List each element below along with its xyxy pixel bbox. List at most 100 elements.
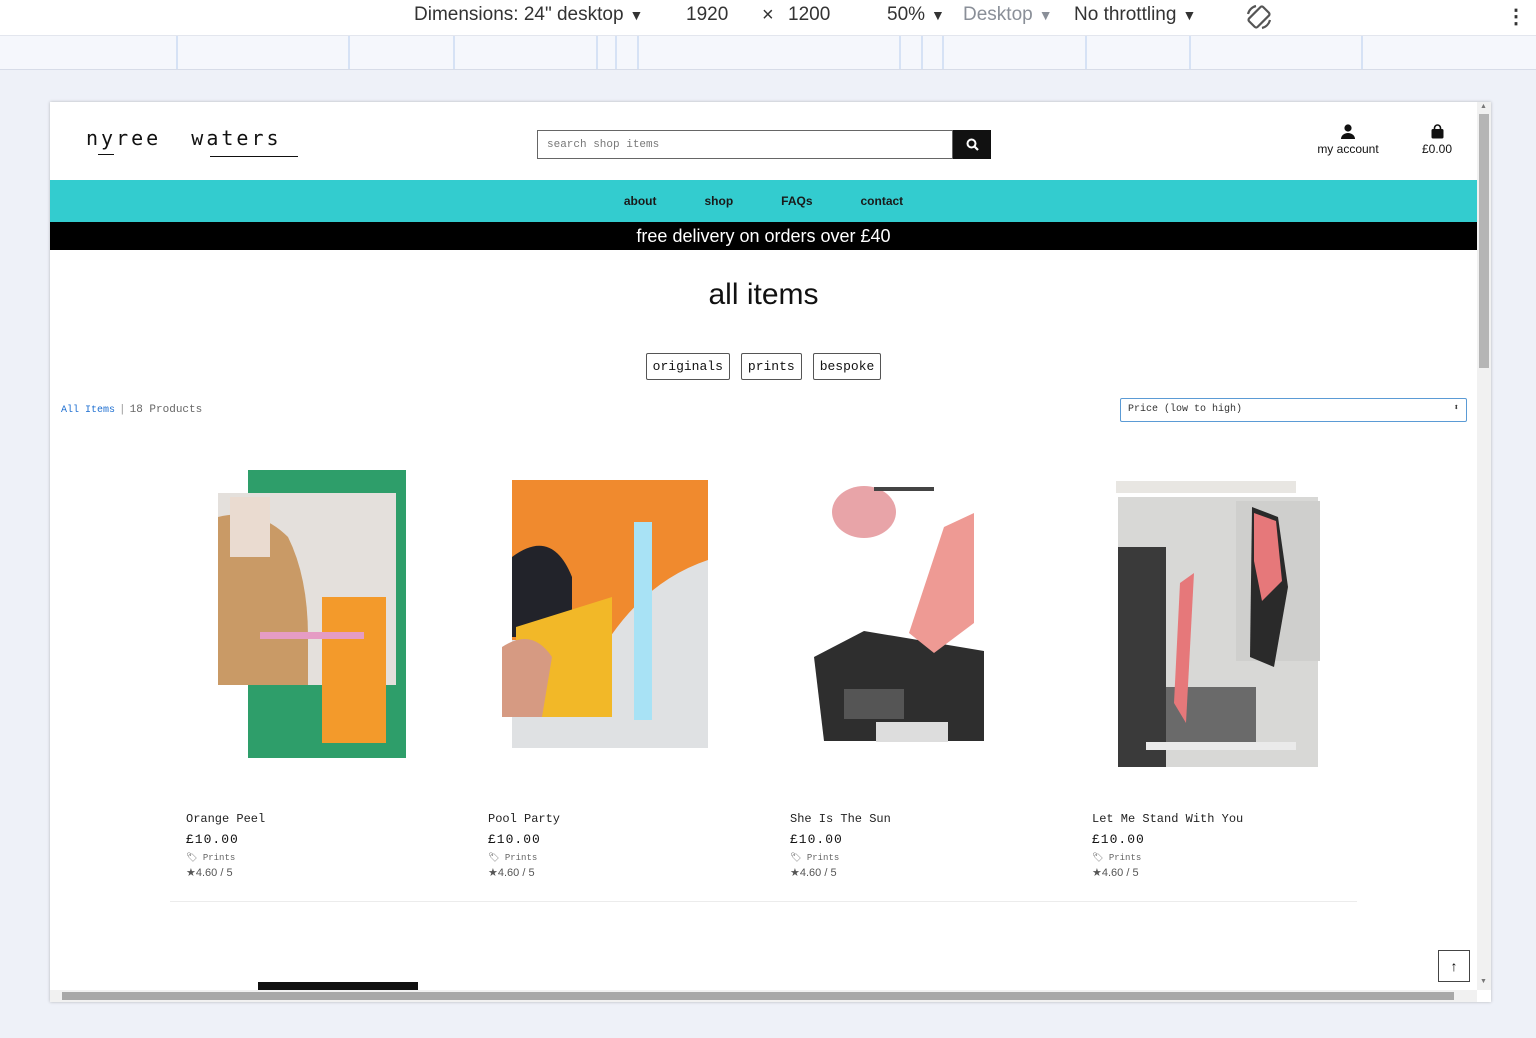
product-rating: ★4.60 / 5	[488, 866, 752, 879]
all-items-link[interactable]: All Items	[61, 405, 115, 416]
cart-total: £0.00	[1421, 142, 1453, 156]
shop-page: nyree waters my account £0.00 about shop…	[50, 102, 1477, 990]
breadcrumb-separator: |	[119, 404, 126, 416]
search-bar	[537, 130, 991, 159]
my-account-label: my account	[1317, 142, 1379, 156]
select-arrows-icon: ⬍	[1453, 403, 1459, 413]
product-card[interactable]: Let Me Stand With You £10.00 🏷 Prints ★4…	[1076, 457, 1356, 879]
product-card[interactable]: She Is The Sun £10.00 🏷 Prints ★4.60 / 5	[774, 457, 1054, 879]
nav-item-contact[interactable]: contact	[861, 194, 904, 208]
product-count: 18 Products	[129, 404, 203, 416]
horizontal-scrollbar[interactable]	[50, 990, 1477, 1002]
category-originals-button[interactable]: originals	[645, 353, 730, 380]
nav-item-faqs[interactable]: FAQs	[781, 194, 812, 208]
width-input[interactable]: 1920	[686, 4, 728, 26]
times-symbol: ×	[762, 4, 774, 26]
product-rating: ★4.60 / 5	[1092, 866, 1356, 879]
shopping-bag-icon	[1431, 124, 1443, 139]
dimensions-dropdown[interactable]: Dimensions: 24" desktop ▼	[414, 4, 643, 26]
nav-item-about[interactable]: about	[624, 194, 657, 208]
product-image[interactable]	[1076, 457, 1356, 783]
my-account-link[interactable]: my account	[1312, 124, 1384, 156]
product-image[interactable]	[774, 457, 1054, 783]
tag-icon: 🏷	[488, 853, 500, 863]
site-logo[interactable]: nyree waters	[86, 126, 298, 157]
product-name[interactable]: Pool Party	[488, 812, 752, 826]
category-filters: originals prints bespoke	[50, 353, 1477, 380]
throttling-label: No throttling	[1074, 4, 1177, 25]
caret-down-icon: ▼	[931, 7, 945, 23]
back-to-top-button[interactable]: ↑	[1438, 950, 1470, 982]
dimensions-label: Dimensions: 24" desktop	[414, 4, 624, 25]
product-name[interactable]: Let Me Stand With You	[1092, 812, 1356, 826]
logo-text: nyree waters	[86, 126, 282, 150]
zoom-label: 50%	[887, 4, 926, 25]
device-type-dropdown[interactable]: Desktop ▼	[963, 4, 1053, 26]
caret-down-icon: ▼	[629, 7, 644, 23]
product-rating: ★4.60 / 5	[186, 866, 450, 879]
more-options-icon[interactable]: ⋮	[1506, 4, 1526, 29]
nav-item-shop[interactable]: shop	[704, 194, 733, 208]
tag-icon: 🏷	[790, 853, 802, 863]
scroll-down-icon[interactable]: ▼	[1480, 978, 1487, 985]
page-title: all items	[708, 278, 819, 311]
product-name[interactable]: Orange Peel	[186, 812, 450, 826]
product-tag: Prints	[1108, 853, 1142, 863]
star-icon: ★	[488, 867, 498, 879]
star-icon: ★	[790, 867, 800, 879]
scrollbar-thumb[interactable]	[62, 992, 1454, 1000]
product-category: 🏷 Prints	[1092, 853, 1356, 863]
main-nav: about shop FAQs contact	[50, 180, 1477, 222]
rating-value: 4.60 / 5	[1101, 867, 1139, 879]
vertical-scrollbar[interactable]: ▲ ▼	[1477, 102, 1491, 990]
rotate-icon[interactable]	[1244, 2, 1274, 32]
user-icon	[1341, 124, 1355, 139]
product-tag: Prints	[806, 853, 840, 863]
height-input[interactable]: 1200	[788, 4, 830, 26]
product-tag: Prints	[504, 853, 538, 863]
section-divider	[170, 901, 1357, 902]
star-icon: ★	[186, 867, 196, 879]
logo-underline	[210, 156, 298, 157]
product-image[interactable]	[472, 457, 752, 783]
product-price: £10.00	[186, 832, 239, 847]
zoom-dropdown[interactable]: 50% ▼	[887, 4, 945, 26]
category-prints-button[interactable]: prints	[740, 353, 802, 380]
product-card[interactable]: Orange Peel £10.00 🏷 Prints ★4.60 / 5	[170, 457, 450, 879]
media-query-ruler[interactable]	[0, 36, 1536, 70]
delivery-banner: free delivery on orders over £40	[50, 222, 1477, 250]
sort-select[interactable]: Price (low to high) ⬍	[1120, 398, 1467, 422]
product-category: 🏷 Prints	[186, 853, 450, 863]
tag-icon: 🏷	[1092, 853, 1104, 863]
product-card[interactable]: Pool Party £10.00 🏷 Prints ★4.60 / 5	[472, 457, 752, 879]
caret-down-icon: ▼	[1038, 7, 1053, 23]
sort-selected-value: Price (low to high)	[1128, 404, 1243, 415]
tag-icon: 🏷	[186, 853, 198, 863]
device-label: Desktop	[963, 4, 1033, 25]
breadcrumb: All Items | 18 Products	[61, 404, 202, 416]
search-button[interactable]	[953, 130, 991, 159]
product-category: 🏷 Prints	[790, 853, 1054, 863]
category-bespoke-button[interactable]: bespoke	[812, 353, 882, 380]
product-price: £10.00	[1092, 832, 1145, 847]
search-input[interactable]	[537, 130, 953, 159]
throttling-dropdown[interactable]: No throttling ▼	[1074, 4, 1196, 26]
rating-value: 4.60 / 5	[799, 867, 837, 879]
next-section-heading	[258, 982, 418, 990]
star-icon: ★	[1092, 867, 1102, 879]
product-image[interactable]	[170, 457, 450, 783]
devtools-toolbar: Dimensions: 24" desktop ▼ 1920 × 1200 50…	[0, 0, 1536, 36]
cart-link[interactable]: £0.00	[1412, 124, 1462, 156]
product-name[interactable]: She Is The Sun	[790, 812, 1054, 826]
rating-value: 4.60 / 5	[497, 867, 535, 879]
search-icon	[966, 138, 979, 151]
scroll-up-icon[interactable]: ▲	[1480, 103, 1487, 110]
product-price: £10.00	[488, 832, 541, 847]
logo-underline	[98, 154, 114, 155]
caret-down-icon: ▼	[1182, 7, 1197, 23]
arrow-up-icon: ↑	[1450, 958, 1458, 974]
product-tag: Prints	[202, 853, 236, 863]
scrollbar-thumb[interactable]	[1479, 114, 1489, 368]
product-category: 🏷 Prints	[488, 853, 752, 863]
rating-value: 4.60 / 5	[195, 867, 233, 879]
